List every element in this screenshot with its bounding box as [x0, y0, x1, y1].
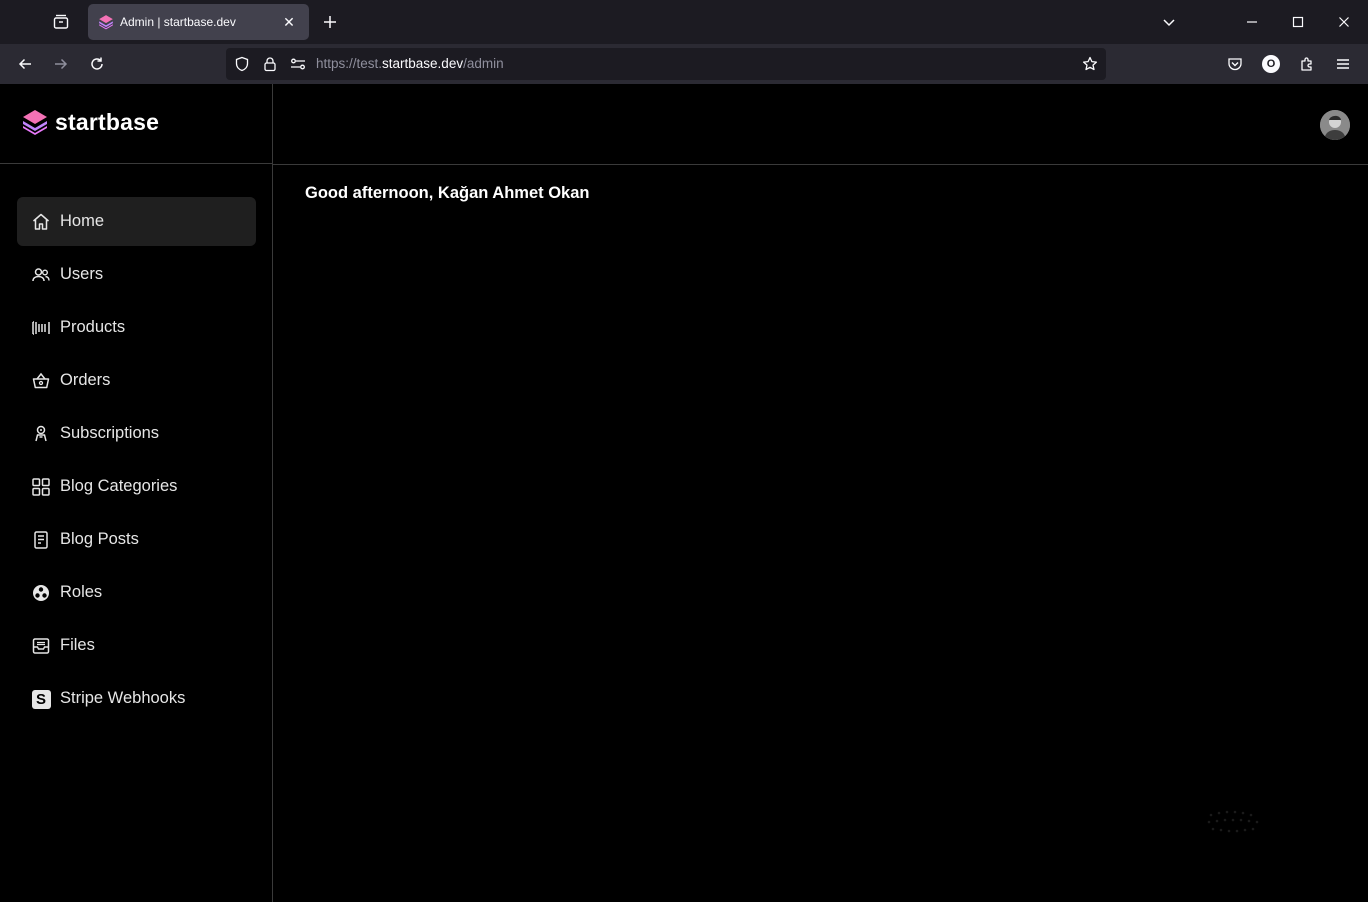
browser-tabbar: Admin | startbase.dev ✕	[0, 0, 1368, 44]
sidebar-item-subscriptions[interactable]: Subscriptions	[17, 409, 256, 458]
user-avatar[interactable]	[1320, 110, 1350, 140]
minimize-icon[interactable]	[1229, 0, 1275, 44]
sidebar-item-label: Roles	[60, 583, 103, 601]
shield-icon[interactable]	[232, 54, 252, 74]
bookmark-star-icon[interactable]	[1080, 54, 1100, 74]
pocket-icon[interactable]	[1219, 48, 1251, 80]
sidebar-item-products[interactable]: Products	[17, 303, 256, 352]
roles-icon	[31, 583, 51, 603]
home-icon	[31, 212, 51, 232]
sidebar-item-blog-categories[interactable]: Blog Categories	[17, 462, 256, 511]
sidebar-item-label: Stripe Webhooks	[60, 689, 186, 707]
maximize-icon[interactable]	[1275, 0, 1321, 44]
extensions-icon[interactable]	[1291, 48, 1323, 80]
users-icon	[31, 265, 51, 285]
document-icon	[31, 530, 51, 550]
startbase-favicon-icon	[98, 14, 114, 30]
sidebar-item-stripe-webhooks[interactable]: S Stripe Webhooks	[17, 674, 256, 723]
archive-icon	[31, 636, 51, 656]
url-text[interactable]: https://test.startbase.dev/admin	[316, 56, 504, 71]
stripe-icon: S	[31, 689, 51, 709]
sidebar-item-label: Users	[60, 265, 104, 283]
menu-icon[interactable]	[1327, 48, 1359, 80]
back-icon[interactable]	[9, 48, 41, 80]
lock-icon[interactable]	[260, 54, 280, 74]
sidebar-item-label: Blog Posts	[60, 530, 139, 548]
sidebar-item-label: Blog Categories	[60, 477, 178, 495]
sidebar-item-label: Products	[60, 318, 126, 336]
sidebar-item-label: Subscriptions	[60, 424, 160, 442]
sidebar: startbase Home Users Products Orders Sub…	[0, 84, 273, 902]
sidebar-item-orders[interactable]: Orders	[17, 356, 256, 405]
main-content: Good afternoon, Kağan Ahmet Okan	[273, 165, 1368, 902]
list-all-tabs-icon[interactable]	[44, 6, 78, 38]
sidebar-item-label: Orders	[60, 371, 111, 389]
browser-tab-active[interactable]: Admin | startbase.dev ✕	[88, 4, 309, 40]
subscriptions-icon	[31, 424, 51, 444]
sidebar-item-roles[interactable]: Roles	[17, 568, 256, 617]
brand[interactable]: startbase	[0, 84, 272, 164]
close-icon[interactable]	[1321, 0, 1367, 44]
reload-icon[interactable]	[81, 48, 113, 80]
sidebar-item-blog-posts[interactable]: Blog Posts	[17, 515, 256, 564]
basket-icon	[31, 371, 51, 391]
sidebar-item-label: Home	[60, 212, 105, 230]
loading-indicator	[1201, 805, 1265, 837]
tab-close-icon[interactable]: ✕	[279, 12, 299, 32]
greeting-heading: Good afternoon, Kağan Ahmet Okan	[305, 184, 590, 202]
sidebar-item-label: Files	[60, 636, 95, 654]
top-header	[273, 84, 1368, 165]
chevron-down-icon[interactable]	[1146, 0, 1192, 44]
url-bar[interactable]: https://test.startbase.dev/admin	[226, 48, 1106, 80]
barcode-icon	[31, 318, 51, 338]
forward-icon[interactable]	[45, 48, 77, 80]
new-tab-icon[interactable]	[316, 8, 344, 36]
permissions-icon[interactable]	[288, 54, 308, 74]
sidebar-nav: Home Users Products Orders Subscriptions	[17, 197, 256, 727]
sidebar-item-users[interactable]: Users	[17, 250, 256, 299]
sidebar-item-files[interactable]: Files	[17, 621, 256, 670]
sidebar-item-home[interactable]: Home	[17, 197, 256, 246]
browser-navbar: https://test.startbase.dev/admin O	[0, 44, 1368, 84]
brand-name: startbase	[55, 109, 160, 135]
grid-icon	[31, 477, 51, 497]
startbase-logo-icon	[21, 108, 49, 136]
account-icon[interactable]: O	[1255, 48, 1287, 80]
tab-title: Admin | startbase.dev	[120, 15, 236, 29]
